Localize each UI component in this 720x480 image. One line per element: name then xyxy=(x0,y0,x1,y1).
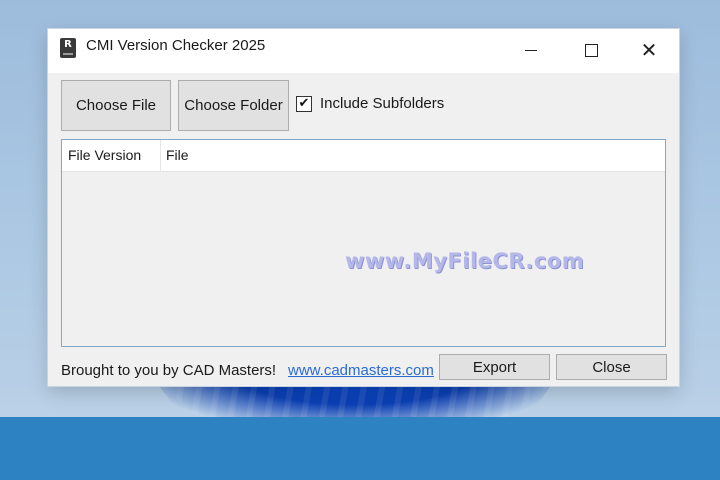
file-list-header: File Version File xyxy=(62,140,665,172)
taskbar xyxy=(0,417,720,480)
minimize-icon xyxy=(525,49,537,51)
choose-folder-button[interactable]: Choose Folder xyxy=(178,80,289,131)
column-header-file[interactable]: File xyxy=(160,140,366,171)
column-header-file-version[interactable]: File Version xyxy=(62,140,161,171)
cadmasters-link[interactable]: www.cadmasters.com xyxy=(288,362,434,379)
title-bar[interactable]: R CMI Version Checker 2025 ✕ xyxy=(48,29,679,73)
wallpaper-bloom-lines xyxy=(160,385,550,417)
window-title: CMI Version Checker 2025 xyxy=(86,37,266,54)
credit-text: Brought to you by CAD Masters! xyxy=(61,362,277,379)
maximize-icon xyxy=(584,43,598,57)
close-button[interactable]: Close xyxy=(556,354,667,380)
include-subfolders-label[interactable]: Include Subfolders xyxy=(320,95,444,112)
include-subfolders-option[interactable]: ✔ Include Subfolders xyxy=(296,95,444,112)
include-subfolders-checkbox[interactable]: ✔ xyxy=(296,95,312,112)
maximize-button[interactable] xyxy=(568,33,614,67)
file-list[interactable]: File Version File xyxy=(61,139,666,347)
choose-file-button[interactable]: Choose File xyxy=(61,80,171,131)
minimize-button[interactable] xyxy=(508,33,554,67)
close-window-button[interactable]: ✕ xyxy=(626,33,672,67)
export-button[interactable]: Export xyxy=(439,354,550,380)
checkmark-icon: ✔ xyxy=(298,96,310,111)
app-window: R CMI Version Checker 2025 ✕ Choose File… xyxy=(48,29,679,386)
app-icon: R xyxy=(60,38,76,58)
watermark-text: www.MyFileCR.com xyxy=(345,249,585,273)
close-icon: ✕ xyxy=(640,38,658,62)
